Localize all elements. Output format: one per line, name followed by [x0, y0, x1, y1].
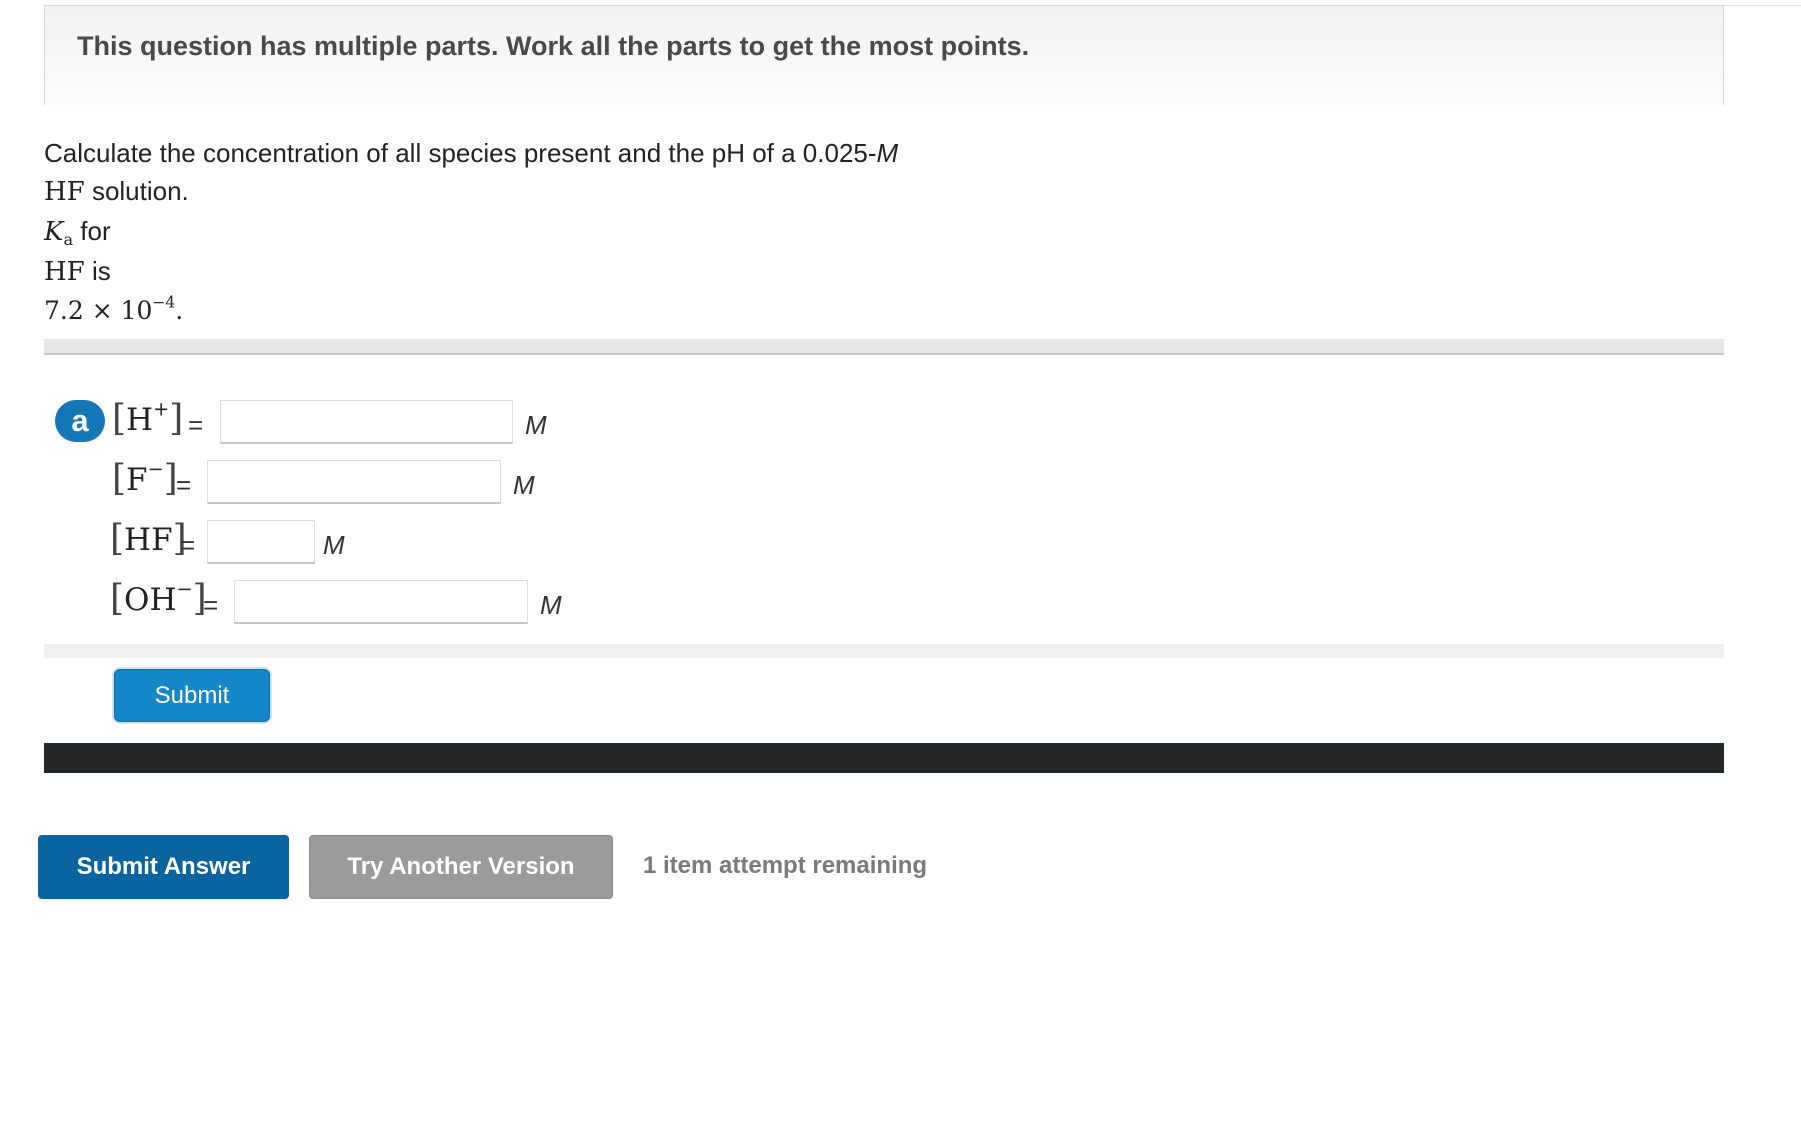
submit-button[interactable]: Submit	[114, 669, 270, 722]
species-hf: HF	[44, 177, 85, 207]
h-plus-unit: M	[525, 410, 547, 440]
equals-sign: =	[203, 590, 219, 620]
h-plus-label: [H+]	[112, 397, 184, 439]
ka-symbol: K	[44, 217, 64, 247]
oh-minus-label: [OH−]	[110, 577, 207, 619]
h-plus-input[interactable]	[220, 400, 513, 444]
hf-input[interactable]	[207, 520, 315, 564]
try-another-version-button[interactable]: Try Another Version	[309, 835, 613, 899]
dark-bar	[44, 743, 1724, 773]
part-divider	[44, 644, 1724, 658]
question-line-4: HF is	[44, 256, 111, 287]
top-divider	[1724, 5, 1801, 6]
f-minus-unit: M	[513, 470, 535, 500]
attempts-remaining: 1 item attempt remaining	[643, 852, 928, 879]
notice-text: This question has multiple parts. Work a…	[77, 31, 1030, 61]
submit-answer-button[interactable]: Submit Answer	[38, 835, 289, 899]
part-a-badge: a	[55, 400, 105, 442]
question-line-2: HF solution.	[44, 176, 189, 207]
question-text: Calculate the concentration of all speci…	[44, 138, 877, 168]
question-line-3: Ka for	[44, 216, 111, 249]
f-minus-label: [F−]	[112, 457, 178, 499]
notice-banner: This question has multiple parts. Work a…	[44, 5, 1724, 105]
f-minus-input[interactable]	[207, 460, 501, 504]
molarity-unit: M	[876, 138, 899, 168]
oh-minus-unit: M	[540, 590, 562, 620]
equals-sign: =	[180, 530, 196, 560]
section-divider	[44, 339, 1724, 355]
oh-minus-input[interactable]	[234, 580, 528, 624]
species-hf: HF	[44, 257, 85, 287]
hf-label: [HF]	[110, 518, 187, 559]
ka-value: 7.2 × 10−4.	[44, 293, 184, 325]
equals-sign: =	[176, 470, 192, 500]
hf-unit: M	[323, 530, 345, 560]
question-line-1: Calculate the concentration of all speci…	[44, 138, 898, 169]
equals-sign: =	[188, 410, 204, 440]
